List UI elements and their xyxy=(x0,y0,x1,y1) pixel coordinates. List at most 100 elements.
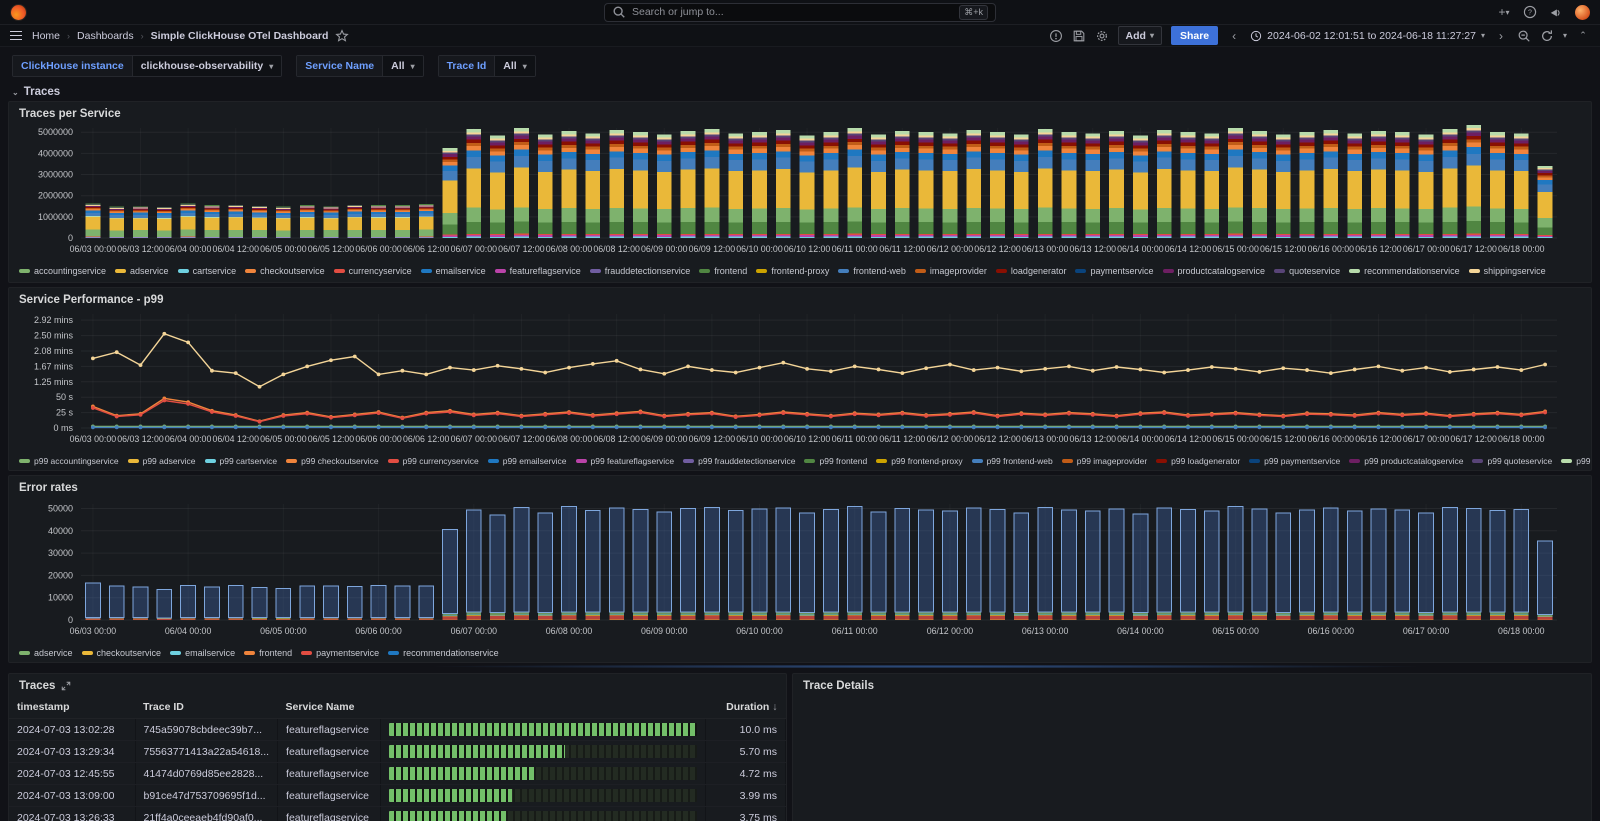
expand-icon[interactable] xyxy=(61,681,71,691)
svg-text:06/13 00:00: 06/13 00:00 xyxy=(1022,244,1069,254)
legend-item[interactable]: p99 frontend-web xyxy=(972,456,1053,466)
cell-trace-id[interactable]: 75563771413a22a54618... xyxy=(135,741,278,763)
legend-item[interactable]: cartservice xyxy=(178,266,237,276)
cell-trace-id[interactable]: 745a59078cbdeec39b7... xyxy=(135,719,278,741)
news-icon[interactable] xyxy=(1549,5,1563,19)
service-performance-chart[interactable]: 0 ms25 s50 s1.25 mins1.67 mins2.08 mins2… xyxy=(9,308,1591,455)
legend-item[interactable]: currencyservice xyxy=(334,266,412,276)
breadcrumb-dashboards[interactable]: Dashboards xyxy=(77,30,134,42)
legend-item[interactable]: paymentservice xyxy=(301,648,379,658)
cell-service-name[interactable]: featureflagservice xyxy=(278,719,381,741)
clock-icon xyxy=(1250,30,1262,42)
legend-item[interactable]: p99 featureflagservice xyxy=(576,456,675,466)
legend-item[interactable]: p99 checkoutservice xyxy=(286,456,379,466)
search-input[interactable]: Search or jump to... ⌘+k xyxy=(604,3,996,22)
legend-item[interactable]: p99 currencyservice xyxy=(388,456,479,466)
traces-per-service-chart[interactable]: 01000000200000030000004000000500000006/0… xyxy=(9,122,1591,265)
legend-item[interactable]: frontend xyxy=(699,266,747,276)
legend-item[interactable]: checkoutservice xyxy=(82,648,162,658)
user-avatar[interactable] xyxy=(1575,5,1590,20)
cell-service-name[interactable]: featureflagservice xyxy=(278,741,381,763)
time-back-icon[interactable]: ‹ xyxy=(1227,29,1241,43)
col-duration[interactable]: Duration ↓ xyxy=(706,696,786,719)
legend-item[interactable]: p99 emailservice xyxy=(488,456,567,466)
legend-item[interactable]: p99 accountingservice xyxy=(19,456,119,466)
cell-trace-id[interactable]: b91ce47d753709695f1d... xyxy=(135,785,278,807)
legend-item[interactable]: frontend-web xyxy=(838,266,906,276)
legend-item[interactable]: recommendationservice xyxy=(1349,266,1460,276)
legend-item[interactable]: p99 recommendationservice xyxy=(1561,456,1591,466)
breadcrumb-home[interactable]: Home xyxy=(32,30,60,42)
grafana-logo[interactable] xyxy=(10,4,27,21)
add-new-icon[interactable]: + ▾ xyxy=(1497,5,1511,19)
legend-item[interactable]: frontend-proxy xyxy=(756,266,829,276)
cell-trace-id[interactable]: 41474d0769d85ee2828... xyxy=(135,763,278,785)
zoom-out-icon[interactable] xyxy=(1517,29,1531,43)
help-icon[interactable]: ? xyxy=(1523,5,1537,19)
panel-title[interactable]: Traces per Service xyxy=(9,102,1591,122)
panel-title[interactable]: Error rates xyxy=(9,476,1591,496)
panel-title[interactable]: Service Performance - p99 xyxy=(9,288,1591,308)
legend-item[interactable]: imageprovider xyxy=(915,266,987,276)
add-button[interactable]: Add▾ xyxy=(1118,26,1162,45)
legend-item[interactable]: p99 frontend-proxy xyxy=(876,456,962,466)
legend-item[interactable]: p99 productcatalogservice xyxy=(1349,456,1463,466)
section-traces[interactable]: ⌄ Traces xyxy=(0,81,1600,101)
legend-item[interactable]: quoteservice xyxy=(1274,266,1340,276)
variable-value-dropdown[interactable]: All▾ xyxy=(494,56,534,76)
legend-item[interactable]: featureflagservice xyxy=(495,266,581,276)
collapse-toolbar-icon[interactable]: ⌃ xyxy=(1576,29,1590,43)
legend-item[interactable]: shippingservice xyxy=(1469,266,1546,276)
cell-trace-id[interactable]: 21ff4a0ceeaeb4fd90af0... xyxy=(135,807,278,821)
legend-item[interactable]: productcatalogservice xyxy=(1163,266,1266,276)
time-range-picker[interactable]: 2024-06-02 12:01:51 to 2024-06-18 11:27:… xyxy=(1250,30,1485,42)
error-rates-chart[interactable]: 0100002000030000400005000006/03 00:0006/… xyxy=(9,496,1591,647)
refresh-interval-caret[interactable]: ▾ xyxy=(1563,31,1567,40)
legend-item[interactable]: loadgenerator xyxy=(996,266,1067,276)
time-forward-icon[interactable]: › xyxy=(1494,29,1508,43)
panel-title[interactable]: Trace Details xyxy=(793,674,1591,694)
col-timestamp[interactable]: timestamp xyxy=(9,696,135,719)
legend-item[interactable]: recommendationservice xyxy=(388,648,499,658)
save-dashboard-icon[interactable] xyxy=(1072,29,1086,43)
svg-text:06/12 00:00: 06/12 00:00 xyxy=(927,626,974,636)
col-service-name[interactable]: Service Name xyxy=(278,696,381,719)
share-button[interactable]: Share xyxy=(1171,26,1218,45)
dashboard-insights-icon[interactable] xyxy=(1049,29,1063,43)
legend-item[interactable]: p99 cartservice xyxy=(205,456,278,466)
cell-duration: 3.99 ms xyxy=(706,785,786,807)
col-duration-bar[interactable] xyxy=(381,696,706,719)
legend-item[interactable]: p99 quoteservice xyxy=(1472,456,1552,466)
legend-item[interactable]: adservice xyxy=(115,266,169,276)
legend-item[interactable]: paymentservice xyxy=(1075,266,1153,276)
panel-title[interactable]: Traces xyxy=(9,674,786,694)
legend-item[interactable]: p99 frontend xyxy=(804,456,867,466)
loading-glow xyxy=(8,665,1592,668)
variable-value-dropdown[interactable]: All▾ xyxy=(382,56,422,76)
favorite-star-icon[interactable] xyxy=(335,29,349,43)
legend-item[interactable]: p99 frauddetectionservice xyxy=(683,456,795,466)
svg-text:06/09 00:00: 06/09 00:00 xyxy=(641,626,688,636)
refresh-icon[interactable] xyxy=(1540,29,1554,43)
legend-item[interactable]: frauddetectionservice xyxy=(590,266,691,276)
legend-item[interactable]: emailservice xyxy=(170,648,235,658)
settings-gear-icon[interactable] xyxy=(1095,29,1109,43)
cell-service-name[interactable]: featureflagservice xyxy=(278,785,381,807)
svg-text:25 s: 25 s xyxy=(56,408,74,418)
legend-item[interactable]: frontend xyxy=(244,648,292,658)
legend-item[interactable]: p99 loadgenerator xyxy=(1156,456,1240,466)
menu-icon[interactable] xyxy=(10,31,22,41)
legend-item[interactable]: accountingservice xyxy=(19,266,106,276)
legend-item[interactable]: emailservice xyxy=(421,266,486,276)
svg-text:06/10 00:00: 06/10 00:00 xyxy=(736,434,783,444)
legend-item[interactable]: adservice xyxy=(19,648,73,658)
variable-trace-id: Trace IdAll▾ xyxy=(438,55,536,77)
legend-item[interactable]: checkoutservice xyxy=(245,266,325,276)
cell-service-name[interactable]: featureflagservice xyxy=(278,763,381,785)
legend-item[interactable]: p99 adservice xyxy=(128,456,196,466)
legend-item[interactable]: p99 imageprovider xyxy=(1062,456,1147,466)
cell-service-name[interactable]: featureflagservice xyxy=(278,807,381,821)
variable-value-dropdown[interactable]: clickhouse-observability▾ xyxy=(132,56,282,76)
legend-item[interactable]: p99 paymentservice xyxy=(1249,456,1340,466)
col-trace-id[interactable]: Trace ID xyxy=(135,696,278,719)
